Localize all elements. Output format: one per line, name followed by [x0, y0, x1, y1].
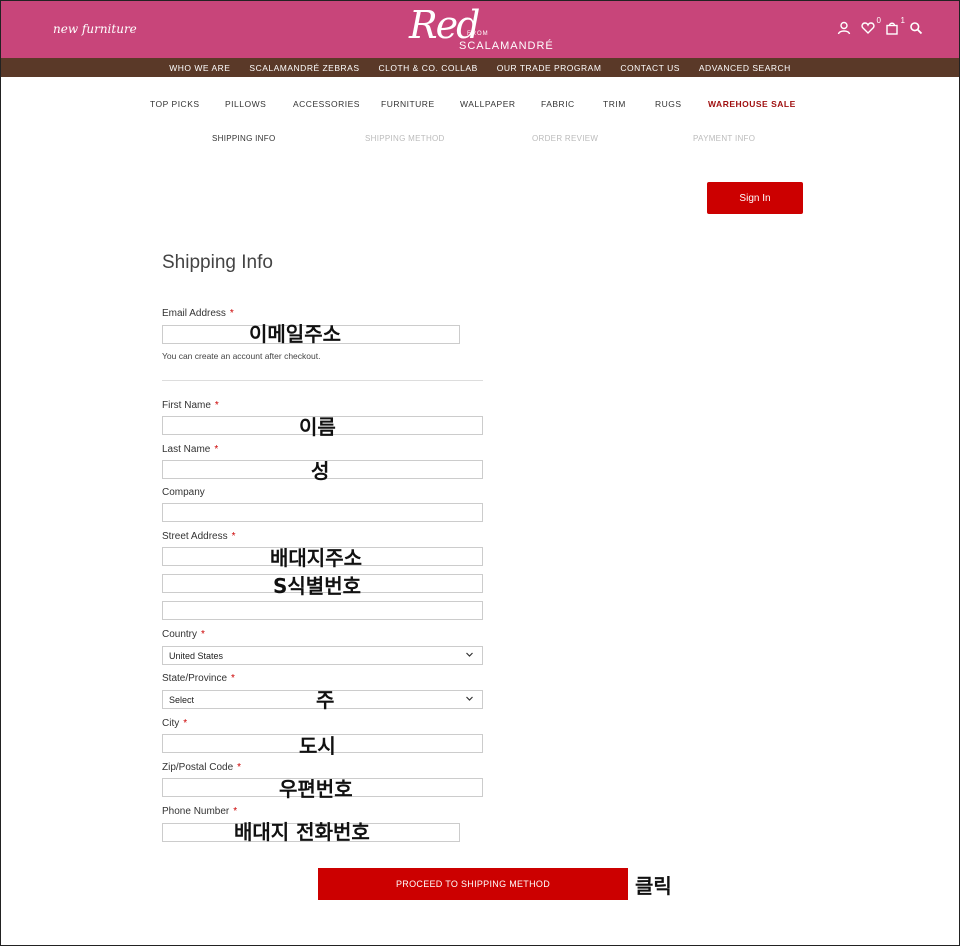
country-select[interactable]: United States [162, 646, 483, 665]
chevron-down-icon [465, 694, 474, 705]
account-icon[interactable] [837, 21, 851, 35]
search-icon[interactable] [909, 21, 923, 35]
annotation-click: 클릭 [635, 874, 672, 898]
company-field[interactable] [162, 503, 483, 522]
phone-label: Phone Number * [162, 806, 238, 817]
logo-brand-text: SCALAMANDRÉ [459, 40, 554, 52]
category-fabric[interactable]: FABRIC [541, 99, 575, 109]
step-shipping-method[interactable]: SHIPPING METHOD [365, 134, 445, 143]
annotation-phone: 배대지 전화번호 [234, 820, 370, 844]
site-header: new furniture Red FROM SCALAMANDRÉ 0 1 [1, 1, 959, 58]
category-trim[interactable]: TRIM [603, 99, 626, 109]
annotation-email: 이메일주소 [249, 322, 341, 346]
cart-count: 1 [900, 16, 905, 25]
annotation-last-name: 성 [311, 459, 330, 483]
annotation-first-name: 이름 [299, 415, 336, 439]
step-shipping-info[interactable]: SHIPPING INFO [212, 134, 275, 143]
last-name-label: Last Name * [162, 444, 219, 455]
nav-advanced-search[interactable]: ADVANCED SEARCH [699, 63, 791, 73]
category-rugs[interactable]: RUGS [655, 99, 682, 109]
wishlist-heart-icon[interactable]: 0 [861, 16, 881, 35]
category-top-picks[interactable]: TOP PICKS [150, 99, 200, 109]
category-pillows[interactable]: PILLOWS [225, 99, 266, 109]
step-order-review[interactable]: ORDER REVIEW [532, 134, 598, 143]
street-address-line3-field[interactable] [162, 601, 483, 620]
country-label: Country * [162, 629, 205, 640]
site-logo[interactable]: Red FROM SCALAMANDRÉ [409, 3, 569, 53]
state-selected-value: Select [169, 694, 195, 705]
header-icons: 0 1 [837, 16, 923, 35]
sign-in-button[interactable]: Sign In [707, 182, 803, 214]
company-label: Company [162, 487, 205, 498]
category-wallpaper[interactable]: WALLPAPER [460, 99, 516, 109]
country-selected-value: United States [169, 650, 224, 661]
header-tagline-link[interactable]: new furniture [53, 22, 137, 36]
logo-from-text: FROM [467, 31, 489, 37]
annotation-zip: 우편번호 [279, 777, 353, 801]
annotation-city: 도시 [299, 734, 336, 758]
email-note: You can create an account after checkout… [162, 351, 321, 361]
wishlist-count: 0 [876, 16, 881, 25]
zip-label: Zip/Postal Code * [162, 762, 242, 773]
chevron-down-icon [465, 650, 474, 661]
annotation-street2: S식별번호 [273, 574, 362, 598]
state-label: State/Province * [162, 673, 235, 684]
proceed-to-shipping-method-button[interactable]: PROCEED TO SHIPPING METHOD [318, 868, 628, 900]
street-address-label: Street Address * [162, 531, 236, 542]
step-payment-info[interactable]: PAYMENT INFO [693, 134, 755, 143]
annotation-street1: 배대지주소 [270, 546, 362, 570]
city-label: City * [162, 718, 188, 729]
category-warehouse-sale[interactable]: WAREHOUSE SALE [708, 99, 796, 109]
nav-scalamandre-zebras[interactable]: SCALAMANDRÉ ZEBRAS [249, 63, 359, 73]
category-furniture[interactable]: FURNITURE [381, 99, 435, 109]
form-divider [162, 380, 483, 381]
annotation-state: 주 [316, 688, 335, 712]
nav-who-we-are[interactable]: WHO WE ARE [169, 63, 230, 73]
email-label: Email Address * [162, 308, 234, 319]
nav-contact-us[interactable]: CONTACT US [620, 63, 679, 73]
cart-bag-icon[interactable]: 1 [885, 16, 905, 35]
top-nav-bar: WHO WE ARE SCALAMANDRÉ ZEBRAS CLOTH & CO… [1, 58, 959, 77]
first-name-label: First Name * [162, 400, 219, 411]
page-title: Shipping Info [162, 252, 273, 273]
category-accessories[interactable]: ACCESSORIES [293, 99, 360, 109]
nav-trade-program[interactable]: OUR TRADE PROGRAM [497, 63, 602, 73]
nav-cloth-co-collab[interactable]: CLOTH & CO. COLLAB [379, 63, 478, 73]
